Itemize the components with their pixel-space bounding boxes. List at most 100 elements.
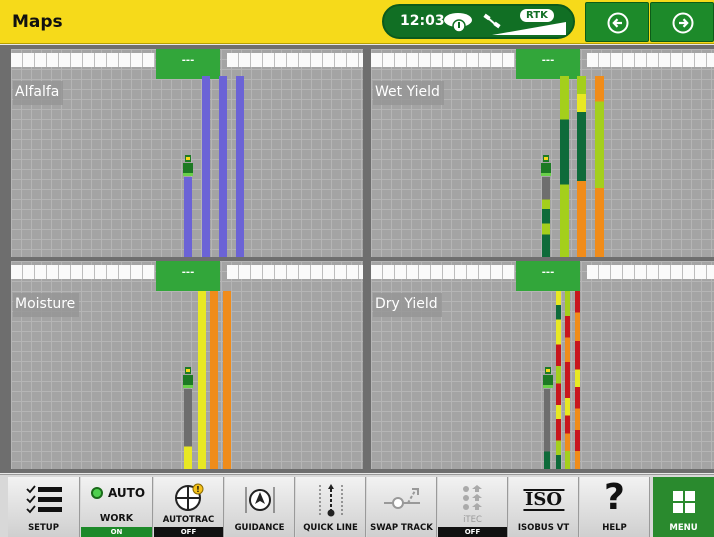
quick-line-label: QUICK LINE xyxy=(303,523,358,533)
boom-section xyxy=(143,53,155,67)
coverage-strip xyxy=(542,177,550,257)
boom-section xyxy=(707,53,714,67)
map-panel-wet-yield[interactable]: --- Wet Yield xyxy=(371,49,714,257)
coverage-strip xyxy=(595,76,604,257)
boom-section xyxy=(599,265,611,279)
boom-section xyxy=(299,53,311,67)
coverage-strip xyxy=(577,76,586,257)
boom-section xyxy=(707,265,714,279)
boom-section xyxy=(611,265,623,279)
help-icon: ? xyxy=(604,477,625,518)
boom-section xyxy=(71,265,83,279)
arrow-right-circle-icon xyxy=(672,12,694,34)
boom-section xyxy=(695,53,707,67)
active-boom-section: --- xyxy=(516,261,580,291)
boom-section xyxy=(11,53,23,67)
boom-section-bar: --- xyxy=(11,261,363,291)
rtk-badge: RTK xyxy=(520,9,554,22)
boom-section xyxy=(407,53,419,67)
coverage-strip xyxy=(544,389,550,469)
boom-section xyxy=(383,265,395,279)
boom-section xyxy=(47,265,59,279)
boom-section xyxy=(479,265,491,279)
boom-section xyxy=(95,265,107,279)
boom-section xyxy=(383,53,395,67)
forward-button[interactable] xyxy=(650,2,714,42)
map-panel-alfalfa[interactable]: --- Alfalfa xyxy=(11,49,363,257)
boom-section xyxy=(59,53,71,67)
boom-section xyxy=(227,265,239,279)
coverage-strip xyxy=(184,389,192,469)
boom-section xyxy=(119,265,131,279)
isobus-vt-label: ISOBUS VT xyxy=(517,523,570,533)
boom-section xyxy=(251,265,263,279)
boom-section xyxy=(479,53,491,67)
boom-section xyxy=(443,265,455,279)
autotrac-label: AUTOTRAC xyxy=(162,515,215,525)
coverage-strip xyxy=(575,291,580,469)
coverage-strip xyxy=(560,76,569,257)
boom-section xyxy=(359,53,363,67)
boom-section xyxy=(143,265,155,279)
boom-section xyxy=(431,53,443,67)
active-boom-section: --- xyxy=(156,261,220,291)
boom-section xyxy=(659,53,671,67)
itec-button[interactable]: iTEC OFF xyxy=(438,477,508,537)
boom-section xyxy=(47,53,59,67)
panel-label: Wet Yield xyxy=(373,81,444,105)
boom-section xyxy=(11,265,23,279)
panel-label: Alfalfa xyxy=(13,81,64,105)
boom-section xyxy=(131,53,143,67)
coverage-strip xyxy=(223,291,231,469)
boom-section xyxy=(503,53,515,67)
guidance-button[interactable]: GUIDANCE xyxy=(225,477,295,537)
coverage-strip xyxy=(202,76,210,257)
boom-section xyxy=(119,53,131,67)
boom-section xyxy=(323,53,335,67)
boom-section xyxy=(587,53,599,67)
vehicle-icon xyxy=(541,155,551,181)
boom-section xyxy=(395,53,407,67)
isobus-vt-button[interactable]: ISO ISOBUS VT xyxy=(509,477,579,537)
work-button[interactable]: AUTO WORK ON xyxy=(81,477,153,537)
quick-line-button[interactable]: QUICK LINE xyxy=(296,477,366,537)
setup-checklist-icon xyxy=(25,485,62,514)
active-boom-section: --- xyxy=(516,49,580,79)
itec-status: OFF xyxy=(438,527,507,537)
quick-line-icon xyxy=(319,484,342,517)
work-status: ON xyxy=(81,527,152,537)
back-button[interactable] xyxy=(585,2,649,42)
help-button[interactable]: ? HELP xyxy=(580,477,650,537)
map-panel-moisture[interactable]: --- Moisture xyxy=(11,261,363,469)
coverage-strip xyxy=(184,177,192,257)
vehicle-icon xyxy=(183,155,193,181)
boom-section xyxy=(311,53,323,67)
boom-section xyxy=(443,53,455,67)
menu-button[interactable]: MENU xyxy=(653,477,714,537)
boom-section xyxy=(323,265,335,279)
boom-section xyxy=(35,53,47,67)
panel-label: Moisture xyxy=(13,293,80,317)
autotrac-button[interactable]: ! AUTOTRAC OFF xyxy=(154,477,224,537)
boom-indicator: --- xyxy=(181,55,195,66)
boom-section xyxy=(263,53,275,67)
map-panel-dry-yield[interactable]: --- Dry Yield xyxy=(371,261,714,469)
setup-button[interactable]: SETUP xyxy=(8,477,80,537)
boom-section xyxy=(335,53,347,67)
boom-section xyxy=(635,265,647,279)
guidance-label: GUIDANCE xyxy=(234,523,285,533)
coverage-strip xyxy=(219,76,227,257)
swap-track-label: SWAP TRACK xyxy=(370,523,433,533)
boom-section xyxy=(107,53,119,67)
boom-section xyxy=(299,265,311,279)
boom-section xyxy=(71,53,83,67)
boom-section xyxy=(83,53,95,67)
map-grid: --- Alfalfa --- Wet Yield --- Moisture -… xyxy=(0,45,714,473)
boom-section xyxy=(287,265,299,279)
status-indicator[interactable]: 12:03 RTK xyxy=(382,4,575,39)
boom-section-bar: --- xyxy=(371,49,714,79)
work-label: WORK xyxy=(99,513,134,524)
work-auto-label: AUTO xyxy=(108,486,146,500)
coverage-strip xyxy=(210,291,218,469)
swap-track-button[interactable]: SWAP TRACK xyxy=(367,477,437,537)
